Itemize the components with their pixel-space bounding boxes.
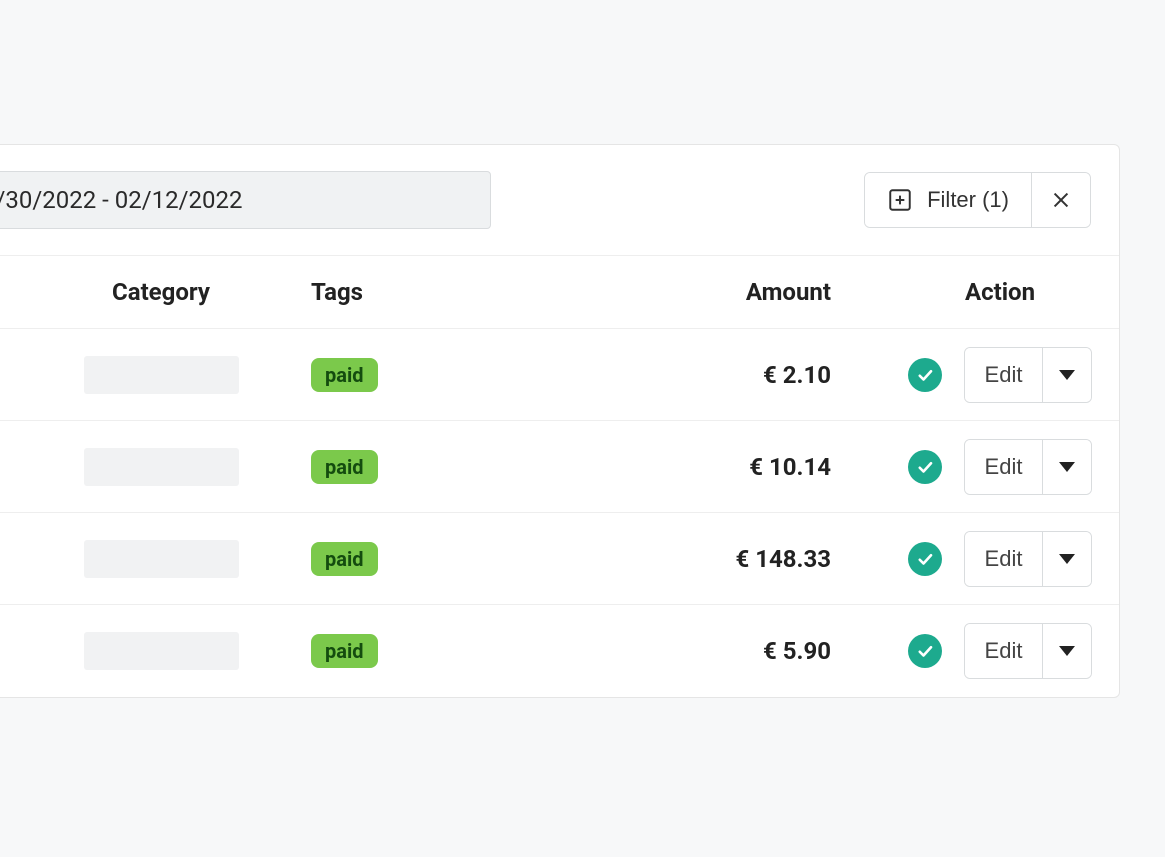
tag-paid[interactable]: paid xyxy=(311,450,378,484)
edit-button[interactable]: Edit xyxy=(965,348,1043,402)
check-circle-icon xyxy=(908,450,942,484)
filter-label: Filter (1) xyxy=(927,187,1009,213)
toolbar: 1/30/2022 - 02/12/2022 Filter (1) xyxy=(0,145,1119,256)
action-button-group: Edit xyxy=(964,347,1093,403)
column-category[interactable]: Category xyxy=(0,278,301,306)
table-row: paid € 2.10 Edit xyxy=(0,329,1119,421)
filter-group: Filter (1) xyxy=(864,172,1091,228)
action-button-group: Edit xyxy=(964,623,1093,679)
column-amount[interactable]: Amount xyxy=(481,278,851,306)
amount-value: € 2.10 xyxy=(763,361,831,389)
column-action: Action xyxy=(851,278,1119,306)
category-placeholder xyxy=(84,540,239,578)
edit-button[interactable]: Edit xyxy=(965,624,1043,678)
action-button-group: Edit xyxy=(964,439,1093,495)
table-row: paid € 5.90 Edit xyxy=(0,605,1119,697)
action-dropdown-button[interactable] xyxy=(1042,532,1091,586)
edit-button[interactable]: Edit xyxy=(965,532,1043,586)
action-dropdown-button[interactable] xyxy=(1042,348,1091,402)
plus-square-icon xyxy=(887,187,913,213)
tag-paid[interactable]: paid xyxy=(311,634,378,668)
amount-value: € 10.14 xyxy=(749,453,831,481)
date-range-text: 1/30/2022 - 02/12/2022 xyxy=(0,186,242,214)
table-header: Category Tags Amount Action xyxy=(0,256,1119,329)
category-placeholder xyxy=(84,356,239,394)
column-tags[interactable]: Tags xyxy=(301,278,481,306)
amount-value: € 5.90 xyxy=(763,637,831,665)
date-range-input[interactable]: 1/30/2022 - 02/12/2022 xyxy=(0,171,491,229)
action-dropdown-button[interactable] xyxy=(1042,440,1091,494)
action-button-group: Edit xyxy=(964,531,1093,587)
close-icon xyxy=(1050,189,1072,211)
table-row: paid € 148.33 Edit xyxy=(0,513,1119,605)
caret-down-icon xyxy=(1059,554,1075,564)
check-circle-icon xyxy=(908,542,942,576)
category-placeholder xyxy=(84,448,239,486)
amount-value: € 148.33 xyxy=(735,545,831,573)
check-circle-icon xyxy=(908,634,942,668)
edit-button[interactable]: Edit xyxy=(965,440,1043,494)
action-dropdown-button[interactable] xyxy=(1042,624,1091,678)
tag-paid[interactable]: paid xyxy=(311,358,378,392)
tag-paid[interactable]: paid xyxy=(311,542,378,576)
caret-down-icon xyxy=(1059,370,1075,380)
category-placeholder xyxy=(84,632,239,670)
caret-down-icon xyxy=(1059,462,1075,472)
check-circle-icon xyxy=(908,358,942,392)
caret-down-icon xyxy=(1059,646,1075,656)
clear-filter-button[interactable] xyxy=(1031,173,1090,227)
filter-button[interactable]: Filter (1) xyxy=(865,173,1031,227)
table-row: paid € 10.14 Edit xyxy=(0,421,1119,513)
main-panel: 1/30/2022 - 02/12/2022 Filter (1) xyxy=(0,144,1120,698)
